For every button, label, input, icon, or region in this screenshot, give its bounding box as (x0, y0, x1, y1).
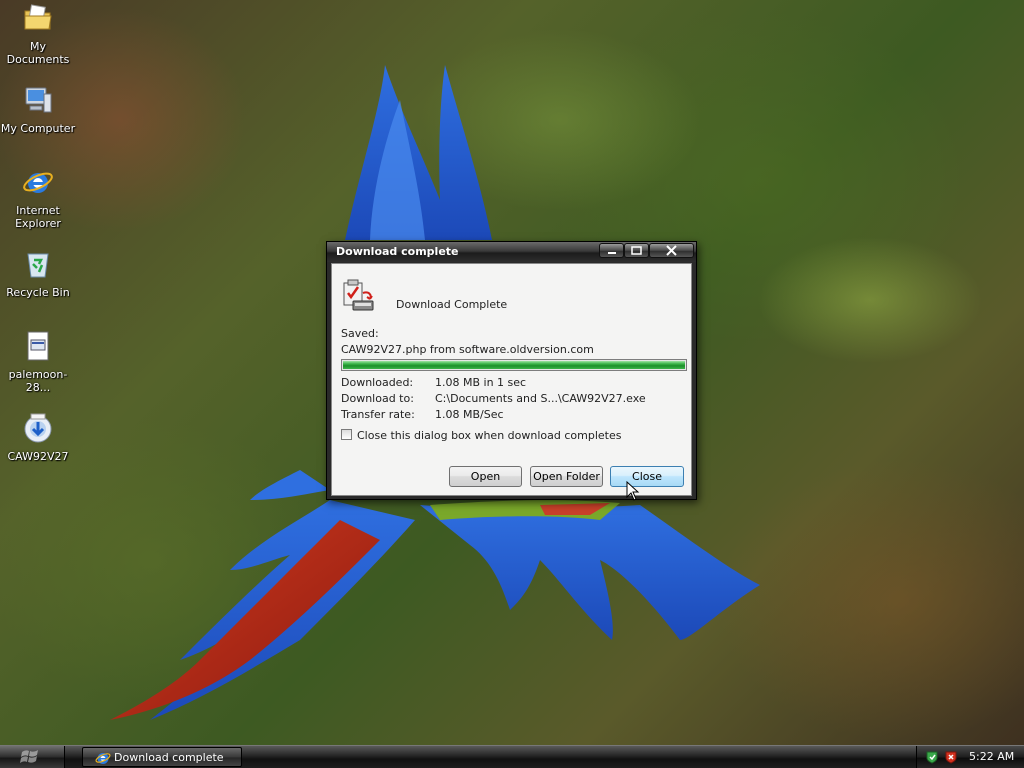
downloaded-value: 1.08 MB in 1 sec (435, 376, 527, 389)
desktop-icon-label: Internet Explorer (15, 204, 61, 230)
download-to-label: Download to: (341, 392, 414, 405)
open-button[interactable]: Open (449, 466, 522, 487)
downloaded-label: Downloaded: (341, 376, 414, 389)
mouse-cursor-icon (626, 481, 640, 501)
taskbar-item-download-complete[interactable]: Download complete (82, 747, 242, 767)
windows-logo-icon (20, 750, 38, 763)
internet-explorer-icon (23, 172, 53, 193)
my-documents-folder-icon (24, 4, 52, 30)
minimize-button[interactable] (599, 243, 624, 258)
dialog-title: Download complete (336, 245, 459, 258)
desktop-icon-label: Recycle Bin (6, 286, 70, 299)
transfer-rate-value: 1.08 MB/Sec (435, 408, 504, 421)
security-alert-tray-icon[interactable] (944, 750, 958, 764)
my-computer-icon (25, 87, 52, 113)
open-folder-button[interactable]: Open Folder (530, 466, 603, 487)
dialog-heading: Download Complete (396, 298, 508, 311)
desktop-icon-palemoon[interactable]: palemoon-28... (0, 330, 76, 394)
recycle-bin-icon (27, 253, 49, 278)
desktop-icon-my-computer[interactable]: My Computer (0, 84, 76, 135)
dialog-titlebar[interactable]: Download complete (327, 242, 696, 262)
download-to-value: C:\Documents and S...\CAW92V27.exe (435, 392, 646, 405)
progress-fill (343, 361, 685, 369)
desktop: My Documents My Computer Internet Explor… (0, 0, 1024, 745)
saved-value: CAW92V27.php from software.oldversion.co… (341, 343, 594, 356)
clock[interactable]: 5:22 AM (969, 750, 1014, 763)
start-button[interactable] (0, 746, 65, 768)
desktop-icon-internet-explorer[interactable]: Internet Explorer (0, 166, 76, 230)
minimize-icon (608, 252, 616, 254)
desktop-icon-caw92v27[interactable]: CAW92V27 (0, 412, 76, 463)
desktop-icon-recycle-bin[interactable]: Recycle Bin (0, 248, 76, 299)
desktop-icon-label: palemoon-28... (8, 368, 68, 394)
maximize-button[interactable] (624, 243, 649, 258)
desktop-icon-label: CAW92V27 (7, 450, 69, 463)
transfer-rate-label: Transfer rate: (341, 408, 415, 421)
taskbar-item-label: Download complete (114, 751, 224, 764)
close-on-complete-checkbox[interactable] (341, 429, 352, 440)
network-shield-tray-icon[interactable] (925, 750, 939, 764)
maximize-icon (631, 246, 642, 255)
download-progress-bar (341, 359, 687, 371)
file-icon (27, 331, 49, 361)
desktop-icon-my-documents[interactable]: My Documents (0, 2, 76, 66)
taskbar: Download complete 5:22 AM (0, 745, 1024, 768)
saved-label: Saved: (341, 327, 379, 340)
installer-icon (24, 413, 52, 443)
download-complete-dialog: Download complete Download Complete Save… (326, 241, 697, 500)
internet-explorer-icon (95, 753, 111, 764)
close-button[interactable]: Close (610, 466, 684, 487)
close-window-button[interactable] (649, 243, 694, 258)
close-icon (666, 245, 677, 256)
desktop-icon-label: My Documents (6, 40, 70, 66)
close-on-complete-label[interactable]: Close this dialog box when download comp… (357, 429, 621, 442)
system-tray: 5:22 AM (916, 746, 1024, 768)
dialog-body: Download Complete Saved: CAW92V27.php fr… (331, 263, 692, 496)
desktop-icon-label: My Computer (0, 122, 76, 135)
download-complete-icon (343, 279, 374, 311)
